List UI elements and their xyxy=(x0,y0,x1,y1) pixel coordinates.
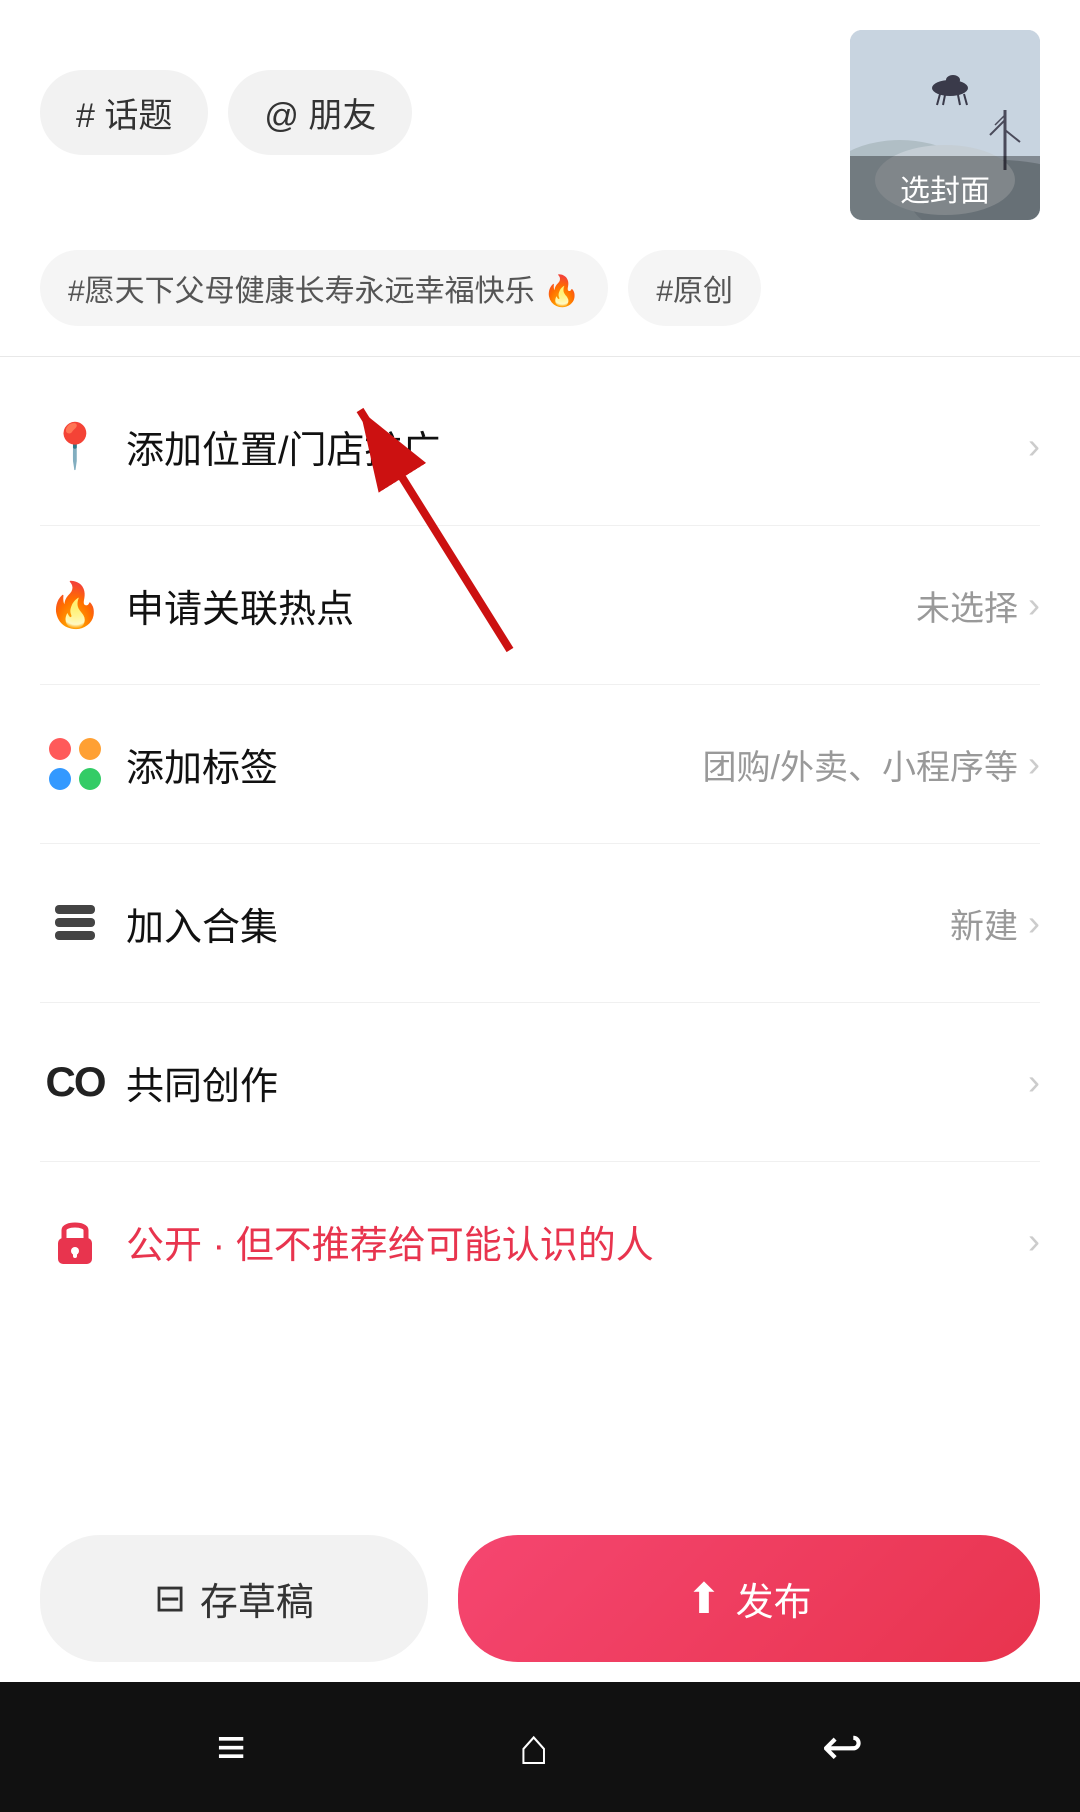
menu-item-collection[interactable]: 加入合集 新建 › xyxy=(40,844,1040,1003)
collection-chevron: › xyxy=(1028,902,1040,944)
hot-label: 申请关联热点 xyxy=(126,578,916,633)
publish-icon: ⬆ xyxy=(686,1574,721,1623)
fire-icon: 🔥 xyxy=(40,570,110,640)
divider-top xyxy=(0,356,1080,357)
co-icon: CO xyxy=(40,1047,110,1117)
tags-chevron: › xyxy=(1028,743,1040,785)
tags-label: 添加标签 xyxy=(126,737,703,792)
draft-button[interactable]: ⊟ 存草稿 xyxy=(40,1535,428,1662)
hot-chevron: › xyxy=(1028,584,1040,626)
lock-icon xyxy=(40,1206,110,1276)
menu-item-co-create[interactable]: CO 共同创作 › xyxy=(40,1003,1040,1162)
privacy-chevron: › xyxy=(1028,1220,1040,1262)
collection-label: 加入合集 xyxy=(126,896,950,951)
tags-value: 团购/外卖、小程序等 xyxy=(703,740,1018,789)
menu-item-location[interactable]: 📍 添加位置/门店推广 › xyxy=(40,367,1040,526)
co-create-chevron: › xyxy=(1028,1061,1040,1103)
bottom-bar: ⊟ 存草稿 ⬆ 发布 xyxy=(0,1515,1080,1682)
hot-value: 未选择 xyxy=(916,581,1018,630)
location-icon: 📍 xyxy=(40,411,110,481)
hashtag-text-0: #愿天下父母健康长寿永远幸福快乐 🔥 xyxy=(68,266,580,310)
publish-label: 发布 xyxy=(736,1571,812,1626)
hashtag-item-1[interactable]: #原创 xyxy=(628,250,761,326)
layers-icon xyxy=(40,888,110,958)
co-create-label: 共同创作 xyxy=(126,1055,1028,1110)
privacy-label: 公开 · 但不推荐给可能认识的人 xyxy=(126,1214,1028,1269)
collection-value: 新建 xyxy=(950,899,1018,948)
hashtag-area: #愿天下父母健康长寿永远幸福快乐 🔥 #原创 xyxy=(0,240,1080,346)
nav-home-icon[interactable]: ⌂ xyxy=(519,1718,549,1776)
menu-item-privacy[interactable]: 公开 · 但不推荐给可能认识的人 › xyxy=(40,1162,1040,1320)
tag-buttons: # 话题 @ 朋友 xyxy=(40,30,830,155)
nav-back-icon[interactable]: ↩ xyxy=(822,1718,864,1776)
menu-item-tags[interactable]: 添加标签 团购/外卖、小程序等 › xyxy=(40,685,1040,844)
nav-menu-icon[interactable]: ≡ xyxy=(216,1718,245,1776)
location-label: 添加位置/门店推广 xyxy=(126,419,1028,474)
cover-label[interactable]: 选封面 xyxy=(850,156,1040,220)
hashtag-text-1: #原创 xyxy=(656,266,733,310)
publish-button[interactable]: ⬆ 发布 xyxy=(458,1535,1040,1662)
android-nav-bar: ≡ ⌂ ↩ xyxy=(0,1682,1080,1812)
mention-button[interactable]: @ 朋友 xyxy=(228,70,412,155)
menu-list: 📍 添加位置/门店推广 › 🔥 申请关联热点 未选择 › 添加标签 团购/外卖、… xyxy=(0,367,1080,1320)
cover-image-container[interactable]: 选封面 xyxy=(850,30,1040,220)
menu-item-hot[interactable]: 🔥 申请关联热点 未选择 › xyxy=(40,526,1040,685)
top-area: # 话题 @ 朋友 xyxy=(0,0,1080,240)
topic-button[interactable]: # 话题 xyxy=(40,70,208,155)
hashtag-item-0[interactable]: #愿天下父母健康长寿永远幸福快乐 🔥 xyxy=(40,250,608,326)
dots-icon xyxy=(40,729,110,799)
draft-icon: ⊟ xyxy=(154,1576,186,1621)
location-chevron: › xyxy=(1028,425,1040,467)
draft-label: 存草稿 xyxy=(200,1571,314,1626)
